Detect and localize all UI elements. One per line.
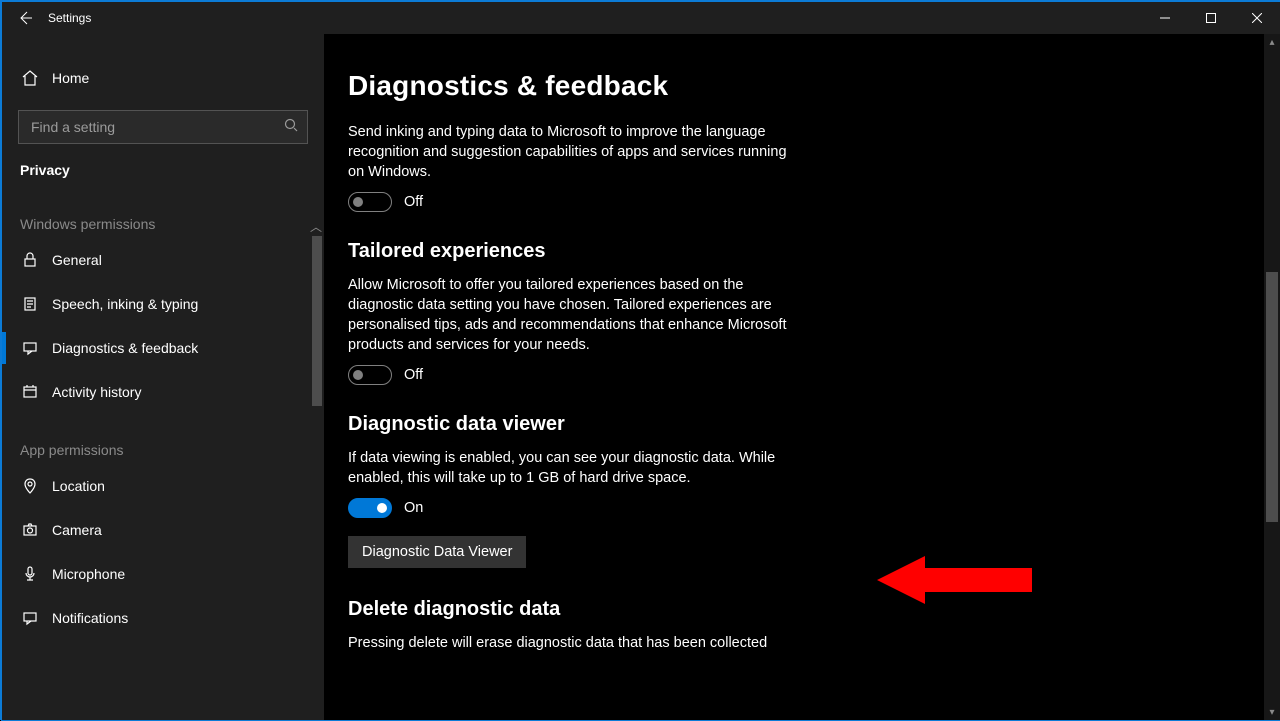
sidebar-item-general[interactable]: General — [2, 238, 324, 282]
sidebar-item-microphone[interactable]: Microphone — [2, 552, 324, 596]
sidebar-item-label: Location — [52, 478, 105, 494]
viewer-description: If data viewing is enabled, you can see … — [348, 448, 788, 488]
home-icon — [20, 68, 40, 88]
sidebar-item-label: Diagnostics & feedback — [52, 340, 198, 356]
titlebar: Settings — [2, 2, 1280, 34]
toggle-knob — [377, 503, 387, 513]
sidebar-section-privacy: Privacy — [2, 144, 324, 188]
maximize-icon — [1206, 13, 1216, 23]
search-wrap — [2, 100, 324, 144]
tailored-heading: Tailored experiences — [348, 240, 1124, 263]
content-scrollbar[interactable]: ▴ ▾ — [1264, 34, 1280, 720]
arrow-left-icon — [17, 10, 33, 26]
close-icon — [1252, 13, 1262, 23]
sidebar-item-diagnostics[interactable]: Diagnostics & feedback — [2, 326, 324, 370]
sidebar-home-label: Home — [52, 70, 89, 86]
tailored-toggle[interactable] — [348, 365, 392, 385]
sidebar: Home Privacy ︿ Windows permissions Gener… — [2, 34, 324, 720]
sidebar-item-label: Activity history — [52, 384, 141, 400]
viewer-heading: Diagnostic data viewer — [348, 413, 1124, 436]
clipboard-icon — [20, 294, 40, 314]
microphone-icon — [20, 564, 40, 584]
minimize-button[interactable] — [1142, 2, 1188, 34]
sidebar-scrollbar-thumb[interactable] — [312, 236, 322, 406]
content-scrollbar-thumb[interactable] — [1266, 272, 1278, 522]
tailored-toggle-label: Off — [404, 367, 423, 383]
window-title: Settings — [48, 11, 91, 25]
sidebar-item-label: Microphone — [52, 566, 125, 582]
diagnostic-data-viewer-button[interactable]: Diagnostic Data Viewer — [348, 536, 526, 568]
search-input[interactable] — [18, 110, 308, 144]
sidebar-item-notifications[interactable]: Notifications — [2, 596, 324, 640]
search-icon — [284, 118, 298, 132]
tailored-description: Allow Microsoft to offer you tailored ex… — [348, 275, 788, 355]
inking-toggle[interactable] — [348, 192, 392, 212]
viewer-toggle-label: On — [404, 500, 423, 516]
sidebar-scrollbar[interactable] — [310, 234, 324, 720]
delete-heading: Delete diagnostic data — [348, 598, 1124, 621]
tailored-toggle-row: Off — [348, 365, 1124, 385]
group-app-permissions: App permissions — [2, 414, 324, 464]
lock-icon — [20, 250, 40, 270]
sidebar-item-label: Speech, inking & typing — [52, 296, 198, 312]
sidebar-item-speech[interactable]: Speech, inking & typing — [2, 282, 324, 326]
viewer-toggle[interactable] — [348, 498, 392, 518]
camera-icon — [20, 520, 40, 540]
sidebar-home[interactable]: Home — [2, 56, 324, 100]
window-controls — [1142, 2, 1280, 34]
sidebar-item-location[interactable]: Location — [2, 464, 324, 508]
sidebar-item-activity[interactable]: Activity history — [2, 370, 324, 414]
viewer-toggle-row: On — [348, 498, 1124, 518]
sidebar-item-label: Notifications — [52, 610, 128, 626]
sidebar-item-camera[interactable]: Camera — [2, 508, 324, 552]
notifications-icon — [20, 608, 40, 628]
inking-toggle-label: Off — [404, 194, 423, 210]
sidebar-item-label: General — [52, 252, 102, 268]
delete-description: Pressing delete will erase diagnostic da… — [348, 633, 788, 653]
chevron-up-icon[interactable]: ︿ — [310, 218, 322, 235]
feedback-icon — [20, 338, 40, 358]
location-icon — [20, 476, 40, 496]
inking-description: Send inking and typing data to Microsoft… — [348, 122, 788, 182]
scroll-up-button[interactable]: ▴ — [1264, 34, 1280, 50]
scroll-down-button[interactable]: ▾ — [1264, 704, 1280, 720]
minimize-icon — [1160, 13, 1170, 23]
sidebar-item-label: Camera — [52, 522, 102, 538]
toggle-knob — [353, 197, 363, 207]
close-button[interactable] — [1234, 2, 1280, 34]
toggle-knob — [353, 370, 363, 380]
back-button[interactable] — [2, 2, 48, 34]
inking-toggle-row: Off — [348, 192, 1124, 212]
history-icon — [20, 382, 40, 402]
group-windows-permissions: Windows permissions — [2, 188, 324, 238]
maximize-button[interactable] — [1188, 2, 1234, 34]
content-area: Diagnostics & feedback Send inking and t… — [324, 34, 1280, 720]
page-title: Diagnostics & feedback — [348, 70, 1124, 102]
